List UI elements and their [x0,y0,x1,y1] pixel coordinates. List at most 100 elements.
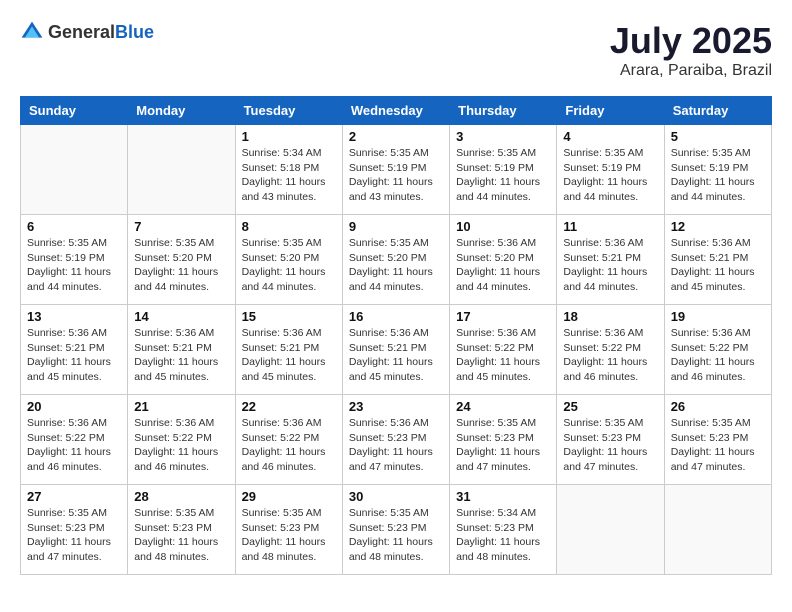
logo-blue-text: Blue [115,22,154,42]
day-info: Sunrise: 5:35 AM Sunset: 5:19 PM Dayligh… [563,146,657,205]
day-number: 20 [27,399,121,414]
calendar-table: SundayMondayTuesdayWednesdayThursdayFrid… [20,96,772,575]
day-number: 5 [671,129,765,144]
day-number: 6 [27,219,121,234]
logo-icon [20,20,44,44]
day-info: Sunrise: 5:35 AM Sunset: 5:23 PM Dayligh… [671,416,765,475]
day-number: 3 [456,129,550,144]
calendar-cell: 18Sunrise: 5:36 AM Sunset: 5:22 PM Dayli… [557,305,664,395]
day-number: 1 [242,129,336,144]
day-info: Sunrise: 5:35 AM Sunset: 5:19 PM Dayligh… [671,146,765,205]
day-info: Sunrise: 5:35 AM Sunset: 5:23 PM Dayligh… [27,506,121,565]
day-number: 21 [134,399,228,414]
calendar-week-5: 27 Sunrise: 5:35 AM Sunset: 5:23 PM Dayli… [21,485,772,575]
day-number: 24 [456,399,550,414]
calendar-week-3: 13 Sunrise: 5:36 AM Sunset: 5:21 PM Dayli… [21,305,772,395]
calendar-cell: 24 Sunrise: 5:35 AM Sunset: 5:23 PM Dayli… [450,395,557,485]
day-number: 11 [563,219,657,234]
day-info: Sunrise: 5:35 AM Sunset: 5:23 PM Dayligh… [563,416,657,475]
weekday-header-friday: Friday [557,97,664,125]
day-number: 4 [563,129,657,144]
calendar-cell: 19Sunrise: 5:36 AM Sunset: 5:22 PM Dayli… [664,305,771,395]
day-info: Sunrise: 5:35 AM Sunset: 5:19 PM Dayligh… [456,146,550,205]
day-info: Sunrise: 5:36 AM Sunset: 5:21 PM Dayligh… [671,236,765,295]
calendar-cell: 28 Sunrise: 5:35 AM Sunset: 5:23 PM Dayli… [128,485,235,575]
day-number: 22 [242,399,336,414]
day-number: 28 [134,489,228,504]
calendar-week-1: 1Sunrise: 5:34 AM Sunset: 5:18 PM Daylig… [21,125,772,215]
calendar-cell: 7Sunrise: 5:35 AM Sunset: 5:20 PM Daylig… [128,215,235,305]
logo-general-text: General [48,22,115,42]
day-info: Sunrise: 5:36 AM Sunset: 5:22 PM Dayligh… [27,416,121,475]
day-number: 17 [456,309,550,324]
calendar-cell: 20 Sunrise: 5:36 AM Sunset: 5:22 PM Dayli… [21,395,128,485]
day-number: 25 [563,399,657,414]
calendar-cell [128,125,235,215]
page-header: GeneralBlue July 2025 Arara, Paraiba, Br… [20,20,772,80]
calendar-cell: 6Sunrise: 5:35 AM Sunset: 5:19 PM Daylig… [21,215,128,305]
calendar-cell: 29 Sunrise: 5:35 AM Sunset: 5:23 PM Dayli… [235,485,342,575]
day-number: 7 [134,219,228,234]
day-number: 8 [242,219,336,234]
location-title: Arara, Paraiba, Brazil [610,62,772,80]
day-number: 2 [349,129,443,144]
calendar-cell: 11 Sunrise: 5:36 AM Sunset: 5:21 PM Dayli… [557,215,664,305]
calendar-cell: 27 Sunrise: 5:35 AM Sunset: 5:23 PM Dayli… [21,485,128,575]
calendar-header-row: SundayMondayTuesdayWednesdayThursdayFrid… [21,97,772,125]
day-number: 9 [349,219,443,234]
day-info: Sunrise: 5:36 AM Sunset: 5:21 PM Dayligh… [27,326,121,385]
calendar-cell: 4 Sunrise: 5:35 AM Sunset: 5:19 PM Daylig… [557,125,664,215]
day-number: 30 [349,489,443,504]
day-info: Sunrise: 5:36 AM Sunset: 5:20 PM Dayligh… [456,236,550,295]
calendar-cell: 14Sunrise: 5:36 AM Sunset: 5:21 PM Dayli… [128,305,235,395]
day-info: Sunrise: 5:35 AM Sunset: 5:23 PM Dayligh… [456,416,550,475]
logo: GeneralBlue [20,20,154,44]
day-info: Sunrise: 5:36 AM Sunset: 5:21 PM Dayligh… [563,236,657,295]
day-info: Sunrise: 5:36 AM Sunset: 5:22 PM Dayligh… [671,326,765,385]
calendar-cell: 22 Sunrise: 5:36 AM Sunset: 5:22 PM Dayli… [235,395,342,485]
day-number: 23 [349,399,443,414]
calendar-cell: 17Sunrise: 5:36 AM Sunset: 5:22 PM Dayli… [450,305,557,395]
title-block: July 2025 Arara, Paraiba, Brazil [610,20,772,80]
day-info: Sunrise: 5:36 AM Sunset: 5:22 PM Dayligh… [134,416,228,475]
month-title: July 2025 [610,20,772,62]
calendar-cell: 3 Sunrise: 5:35 AM Sunset: 5:19 PM Daylig… [450,125,557,215]
day-info: Sunrise: 5:35 AM Sunset: 5:23 PM Dayligh… [242,506,336,565]
calendar-cell [21,125,128,215]
calendar-cell: 23 Sunrise: 5:36 AM Sunset: 5:23 PM Dayli… [342,395,449,485]
day-info: Sunrise: 5:36 AM Sunset: 5:22 PM Dayligh… [242,416,336,475]
day-info: Sunrise: 5:34 AM Sunset: 5:23 PM Dayligh… [456,506,550,565]
weekday-header-sunday: Sunday [21,97,128,125]
calendar-cell: 10 Sunrise: 5:36 AM Sunset: 5:20 PM Dayli… [450,215,557,305]
calendar-cell [557,485,664,575]
weekday-header-tuesday: Tuesday [235,97,342,125]
weekday-header-wednesday: Wednesday [342,97,449,125]
day-number: 31 [456,489,550,504]
day-info: Sunrise: 5:35 AM Sunset: 5:20 PM Dayligh… [349,236,443,295]
day-number: 18 [563,309,657,324]
day-number: 15 [242,309,336,324]
weekday-header-monday: Monday [128,97,235,125]
day-number: 29 [242,489,336,504]
calendar-cell: 21 Sunrise: 5:36 AM Sunset: 5:22 PM Dayli… [128,395,235,485]
calendar-cell: 31 Sunrise: 5:34 AM Sunset: 5:23 PM Dayli… [450,485,557,575]
day-info: Sunrise: 5:35 AM Sunset: 5:23 PM Dayligh… [349,506,443,565]
day-info: Sunrise: 5:36 AM Sunset: 5:23 PM Dayligh… [349,416,443,475]
day-info: Sunrise: 5:36 AM Sunset: 5:21 PM Dayligh… [349,326,443,385]
calendar-cell: 15 Sunrise: 5:36 AM Sunset: 5:21 PM Dayli… [235,305,342,395]
day-number: 13 [27,309,121,324]
day-info: Sunrise: 5:35 AM Sunset: 5:20 PM Dayligh… [242,236,336,295]
day-info: Sunrise: 5:35 AM Sunset: 5:23 PM Dayligh… [134,506,228,565]
calendar-cell: 2 Sunrise: 5:35 AM Sunset: 5:19 PM Daylig… [342,125,449,215]
calendar-cell: 9 Sunrise: 5:35 AM Sunset: 5:20 PM Daylig… [342,215,449,305]
calendar-cell: 26Sunrise: 5:35 AM Sunset: 5:23 PM Dayli… [664,395,771,485]
calendar-cell [664,485,771,575]
calendar-cell: 1Sunrise: 5:34 AM Sunset: 5:18 PM Daylig… [235,125,342,215]
day-number: 10 [456,219,550,234]
day-info: Sunrise: 5:35 AM Sunset: 5:19 PM Dayligh… [349,146,443,205]
day-number: 12 [671,219,765,234]
day-number: 27 [27,489,121,504]
day-info: Sunrise: 5:36 AM Sunset: 5:21 PM Dayligh… [134,326,228,385]
day-number: 16 [349,309,443,324]
day-info: Sunrise: 5:36 AM Sunset: 5:21 PM Dayligh… [242,326,336,385]
